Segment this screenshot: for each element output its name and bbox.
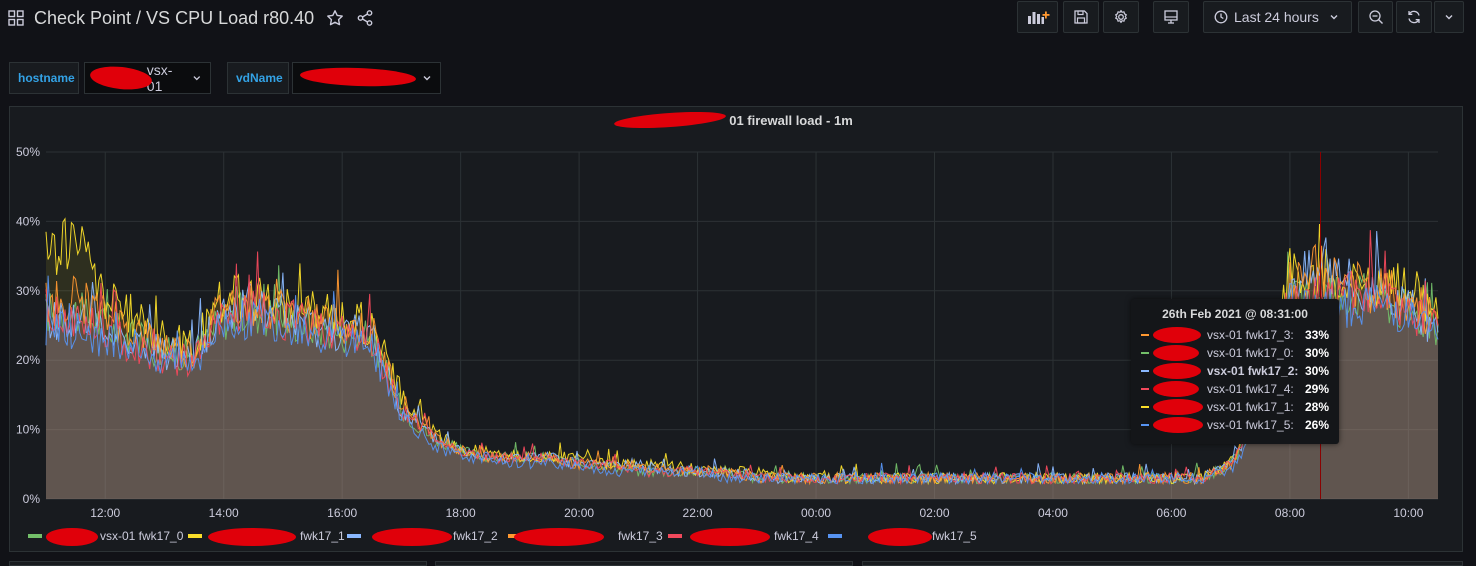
- series-swatch: [1141, 388, 1149, 390]
- top-bar: Check Point / VS CPU Load r80.40 Last 24…: [0, 0, 1476, 40]
- clock-icon: [1214, 10, 1228, 24]
- redaction-mark: [690, 528, 770, 546]
- redaction-mark: [868, 528, 932, 546]
- gear-icon: [1115, 9, 1127, 24]
- refresh-icon: [1408, 10, 1420, 24]
- x-tick-label: 12:00: [90, 506, 120, 520]
- time-picker-button[interactable]: Last 24 hours: [1203, 1, 1352, 33]
- redaction-mark: [372, 528, 452, 546]
- view-mode-button[interactable]: [1153, 1, 1189, 33]
- panel-edge: [9, 561, 427, 566]
- y-tick-label: 30%: [16, 284, 40, 298]
- y-tick-label: 40%: [16, 214, 40, 228]
- series-swatch: [1141, 424, 1149, 426]
- tooltip-series-value: 29%: [1304, 382, 1329, 396]
- panel-edge: [862, 561, 1463, 566]
- x-tick-label: 06:00: [1156, 506, 1186, 520]
- panel-title[interactable]: 01 firewall load - 1m: [10, 113, 1462, 128]
- x-tick-label: 20:00: [564, 506, 594, 520]
- save-dashboard-button[interactable]: [1063, 1, 1099, 33]
- redaction-mark: [1153, 417, 1203, 433]
- legend-swatch: [828, 534, 842, 538]
- variable-label-hostname: hostname: [9, 62, 79, 94]
- redaction-mark: [1153, 345, 1199, 361]
- x-tick-label: 10:00: [1393, 506, 1423, 520]
- refresh-interval-button[interactable]: [1434, 1, 1464, 33]
- save-icon: [1074, 10, 1088, 24]
- monitor-icon: [1164, 10, 1178, 24]
- tooltip-series-value: 33%: [1304, 328, 1329, 342]
- series-swatch: [1141, 406, 1149, 408]
- panel-edge: [435, 561, 853, 566]
- x-tick-label: 04:00: [1038, 506, 1068, 520]
- graph-tooltip: 26th Feb 2021 @ 08:31:00 vsx-01 fwk17_3:…: [1131, 299, 1339, 444]
- dashboard-title[interactable]: Check Point / VS CPU Load r80.40: [34, 8, 314, 29]
- tooltip-series-value: 30%: [1304, 364, 1329, 378]
- refresh-button[interactable]: [1396, 1, 1432, 33]
- variable-value-hostname: vsx-01: [146, 62, 173, 94]
- variable-label-vdname: vdName: [227, 62, 289, 94]
- chevron-down-icon: [1330, 15, 1338, 20]
- redaction-mark: [1153, 327, 1201, 343]
- series-swatch: [1141, 334, 1149, 336]
- dashboard-grid-icon[interactable]: [8, 10, 24, 26]
- time-range-label: Last 24 hours: [1234, 9, 1319, 25]
- y-tick-label: 20%: [16, 353, 40, 367]
- add-panel-button[interactable]: [1017, 1, 1058, 33]
- series-swatch: [1141, 352, 1149, 354]
- legend-swatch: [347, 534, 361, 538]
- settings-button[interactable]: [1103, 1, 1139, 33]
- zoom-out-icon: [1368, 10, 1383, 24]
- zoom-out-button[interactable]: [1358, 1, 1393, 33]
- panel-title-text: 01 firewall load - 1m: [729, 113, 853, 128]
- x-tick-label: 22:00: [683, 506, 713, 520]
- redaction-mark: [46, 528, 98, 546]
- share-icon[interactable]: [356, 9, 374, 27]
- series-swatch: [1141, 370, 1149, 372]
- redaction-mark: [1153, 381, 1199, 397]
- y-tick-label: 50%: [16, 145, 40, 159]
- redaction-mark: [514, 528, 604, 546]
- title-wrap: Check Point / VS CPU Load r80.40: [8, 6, 374, 30]
- x-tick-label: 02:00: [919, 506, 949, 520]
- x-tick-label: 16:00: [327, 506, 357, 520]
- tooltip-series-value: 30%: [1304, 346, 1329, 360]
- x-tick-label: 14:00: [209, 506, 239, 520]
- legend-swatch: [28, 534, 42, 538]
- add-panel-icon: [1027, 11, 1049, 24]
- legend-swatch: [668, 534, 682, 538]
- tooltip-time: 26th Feb 2021 @ 08:31:00: [1162, 307, 1308, 321]
- chevron-down-icon: [423, 76, 431, 81]
- star-icon[interactable]: [326, 9, 344, 27]
- chevron-down-icon: [193, 76, 201, 81]
- y-tick-label: 0%: [23, 492, 41, 506]
- x-tick-label: 08:00: [1275, 506, 1305, 520]
- redaction-mark: [208, 528, 296, 546]
- redaction-mark: [1153, 399, 1203, 415]
- x-tick-label: 00:00: [801, 506, 831, 520]
- chevron-down-icon: [1445, 15, 1453, 20]
- legend-swatch: [188, 534, 202, 538]
- tooltip-series-value: 28%: [1304, 400, 1329, 414]
- x-tick-label: 18:00: [446, 506, 476, 520]
- tooltip-series-value: 26%: [1304, 418, 1329, 432]
- redaction-mark: [1153, 363, 1201, 379]
- y-tick-label: 10%: [16, 423, 40, 437]
